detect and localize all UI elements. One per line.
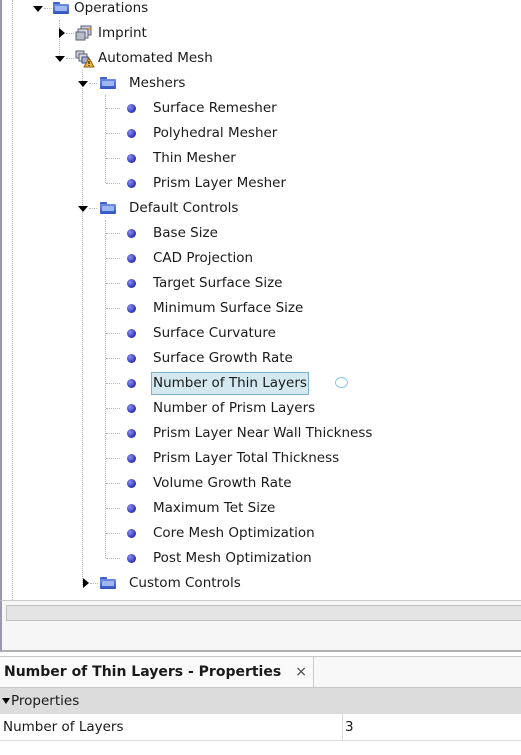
properties-tab[interactable]: Number of Thin Layers - Properties × [0, 657, 314, 687]
tree-node-label: Default Controls [129, 200, 239, 216]
tree-leaf-number-of-thin-layers[interactable]: Number of Thin Layers [2, 371, 521, 396]
leaf-dot-icon [127, 279, 136, 288]
imprint-icon [75, 25, 93, 41]
tree-leaf-prism-layer-near-wall-thickness[interactable]: Prism Layer Near Wall Thickness [2, 421, 521, 446]
properties-section-header[interactable]: Properties [0, 688, 521, 714]
tree-node-label: Surface Remesher [153, 100, 277, 116]
tree-node-label: Custom Controls [129, 575, 241, 591]
collapse-toggle[interactable] [33, 0, 43, 21]
tree-node-label: Maximum Tet Size [153, 500, 276, 516]
tree-node-custom-controls[interactable]: Custom Controls [2, 571, 521, 596]
tree-leaf-base-size[interactable]: Base Size [2, 221, 521, 246]
properties-panel: Number of Thin Layers - Properties × Pro… [0, 656, 521, 755]
folder-icon [100, 577, 116, 589]
tree-node-imprint[interactable]: Imprint [2, 21, 521, 46]
leaf-dot-icon [127, 254, 136, 263]
tree-leaf-thin-mesher[interactable]: Thin Mesher [2, 146, 521, 171]
tree-node-label: Prism Layer Near Wall Thickness [153, 425, 373, 441]
tree-node-label: Operations [74, 0, 149, 16]
column-divider[interactable] [342, 714, 343, 740]
tree-leaf-target-surface-size[interactable]: Target Surface Size [2, 271, 521, 296]
tree-leaf-post-mesh-optimization[interactable]: Post Mesh Optimization [2, 546, 521, 571]
leaf-dot-icon [127, 304, 136, 313]
properties-tab-title: Number of Thin Layers - Properties [4, 664, 282, 680]
leaf-dot-icon [127, 154, 136, 163]
leaf-dot-icon [127, 329, 136, 338]
tree-node-label: Post Mesh Optimization [153, 550, 312, 566]
tree-leaf-polyhedral-mesher[interactable]: Polyhedral Mesher [2, 121, 521, 146]
tree-leaf-maximum-tet-size[interactable]: Maximum Tet Size [2, 496, 521, 521]
leaf-dot-icon [127, 379, 136, 388]
folder-icon [100, 202, 116, 214]
leaf-dot-icon [127, 454, 136, 463]
tree-node-label: Meshers [129, 75, 186, 91]
tree-node-label: Automated Mesh [98, 50, 213, 66]
leaf-dot-icon [127, 129, 136, 138]
tree-leaf-volume-growth-rate[interactable]: Volume Growth Rate [2, 471, 521, 496]
leaf-dot-icon [127, 229, 136, 238]
tree-footer [0, 600, 521, 652]
tree-leaf-number-of-prism-layers[interactable]: Number of Prism Layers [2, 396, 521, 421]
tree-leaf-prism-layer-total-thickness[interactable]: Prism Layer Total Thickness [2, 446, 521, 471]
tree-node-label: Thin Mesher [153, 150, 236, 166]
tree-node-label: Minimum Surface Size [153, 300, 304, 316]
selected-tree-node-label: Number of Thin Layers [151, 372, 309, 395]
tree-node-label: CAD Projection [153, 250, 254, 266]
comment-icon[interactable] [335, 377, 348, 388]
collapse-triangle-icon[interactable] [2, 697, 10, 704]
simulation-tree: Operations Imprint Automated Mesh Mesher… [0, 0, 521, 600]
tree-node-label: Polyhedral Mesher [153, 125, 278, 141]
tree-node-automated-mesh[interactable]: Automated Mesh [2, 46, 521, 71]
tree-leaf-minimum-surface-size[interactable]: Minimum Surface Size [2, 296, 521, 321]
collapse-toggle[interactable] [78, 196, 88, 221]
horizontal-scrollbar[interactable] [6, 605, 521, 621]
automated-mesh-warning-icon [75, 50, 95, 68]
tree-leaf-surface-growth-rate[interactable]: Surface Growth Rate [2, 346, 521, 371]
leaf-dot-icon [127, 354, 136, 363]
leaf-dot-icon [127, 179, 136, 188]
properties-tab-bar: Number of Thin Layers - Properties × [0, 657, 521, 688]
leaf-dot-icon [127, 404, 136, 413]
leaf-dot-icon [127, 504, 136, 513]
tree-node-label: Prism Layer Mesher [153, 175, 287, 191]
tree-node-label: Surface Growth Rate [153, 350, 293, 366]
tree-leaf-surface-remesher[interactable]: Surface Remesher [2, 96, 521, 121]
tree-node-label: Target Surface Size [153, 275, 283, 291]
tree-node-label: Number of Prism Layers [153, 400, 316, 416]
collapse-toggle[interactable] [78, 71, 88, 96]
tree-node-label: Imprint [98, 25, 147, 41]
folder-icon [53, 2, 69, 14]
leaf-dot-icon [127, 529, 136, 538]
leaf-dot-icon [127, 479, 136, 488]
tree-node-label: Surface Curvature [153, 325, 276, 341]
leaf-dot-icon [127, 429, 136, 438]
tree-node-default-controls[interactable]: Default Controls [2, 196, 521, 221]
tree-leaf-prism-layer-mesher[interactable]: Prism Layer Mesher [2, 171, 521, 196]
tree-node-label: Volume Growth Rate [153, 475, 292, 491]
tree-node-label: Prism Layer Total Thickness [153, 450, 340, 466]
tree-node-meshers[interactable]: Meshers [2, 71, 521, 96]
section-label: Properties [11, 693, 80, 709]
property-value[interactable]: 3 [345, 714, 354, 740]
leaf-dot-icon [127, 104, 136, 113]
tree-node-label: Core Mesh Optimization [153, 525, 315, 541]
collapse-toggle[interactable] [55, 46, 65, 71]
property-name: Number of Layers [3, 719, 124, 735]
tree-leaf-surface-curvature[interactable]: Surface Curvature [2, 321, 521, 346]
folder-icon [100, 77, 116, 89]
tree-leaf-core-mesh-optimization[interactable]: Core Mesh Optimization [2, 521, 521, 546]
tree-node-label: Base Size [153, 225, 218, 241]
tree-leaf-cad-projection[interactable]: CAD Projection [2, 246, 521, 271]
property-row[interactable]: Number of Layers 3 [0, 714, 521, 741]
tree-node-operations[interactable]: Operations [2, 0, 521, 21]
close-icon[interactable]: × [295, 657, 307, 687]
leaf-dot-icon [127, 554, 136, 563]
